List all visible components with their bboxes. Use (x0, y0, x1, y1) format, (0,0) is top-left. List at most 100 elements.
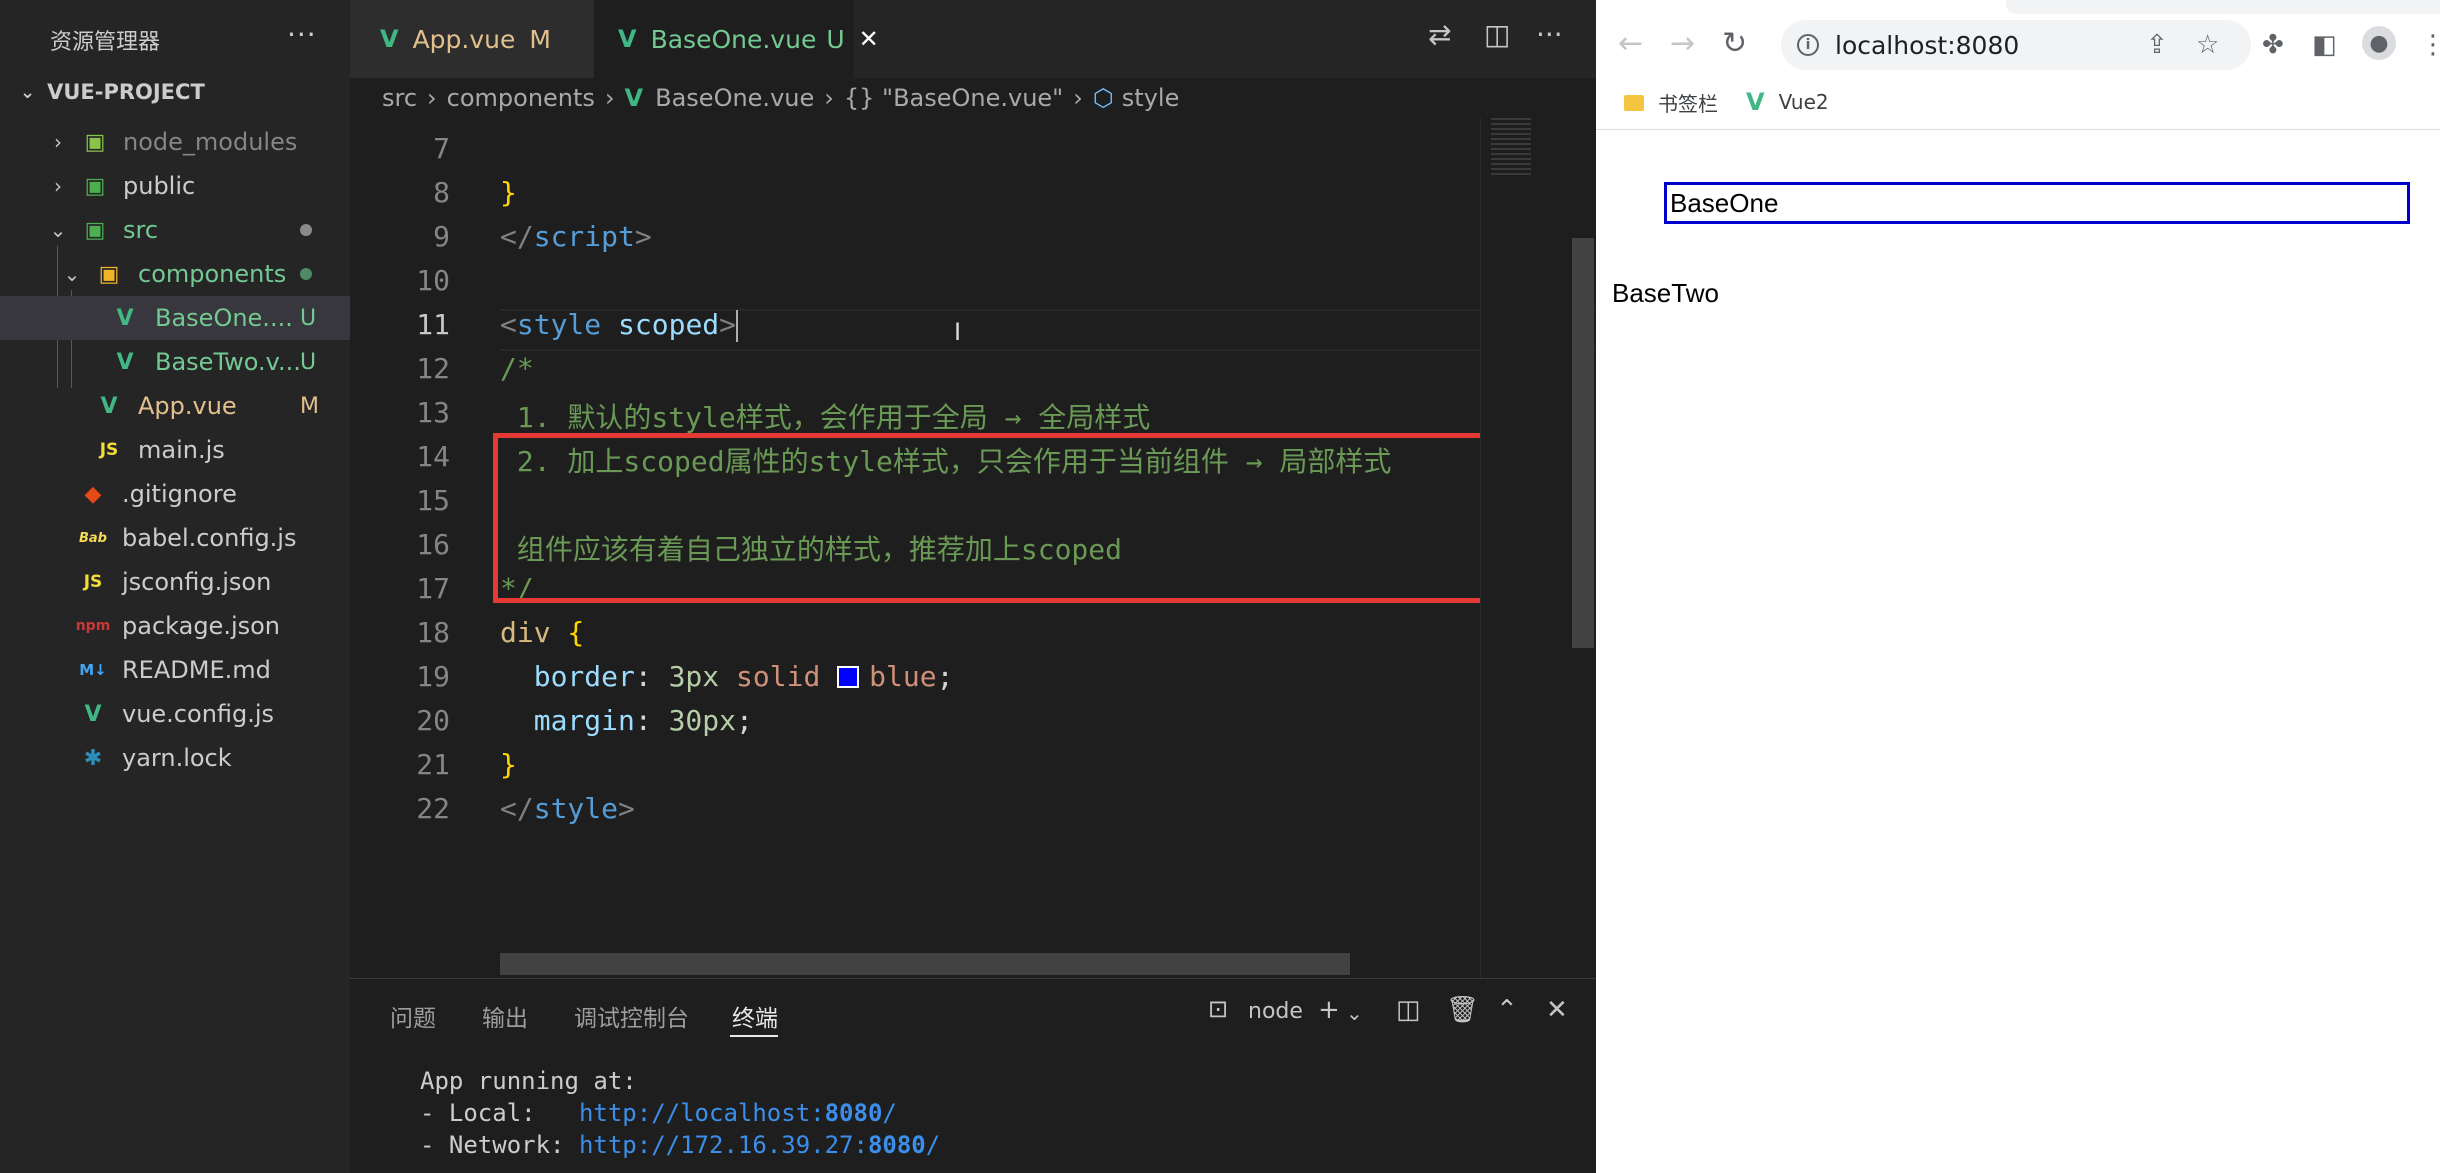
vertical-scrollbar[interactable] (1572, 238, 1594, 648)
tree-item-baseone[interactable]: V BaseOne.... U (0, 296, 350, 340)
tab-problems[interactable]: 问题 (390, 999, 436, 1033)
tree-item-components[interactable]: ⌄ ▣ components (0, 252, 350, 296)
terminal-name[interactable]: node (1248, 999, 1303, 1024)
tab-strip-edge (2006, 0, 2440, 14)
modified-dot (300, 224, 312, 236)
breadcrumb-module[interactable]: {} "BaseOne.vue" (844, 84, 1063, 112)
code-token: > (634, 220, 652, 253)
tree-item-node-modules[interactable]: › ▣ node_modules (0, 120, 350, 164)
tree-item-label: vue.config.js (122, 700, 275, 728)
terminal-link[interactable]: 8080 (825, 1099, 883, 1127)
bookmark-vue2[interactable]: V Vue2 (1746, 88, 1829, 116)
terminal-link[interactable]: http://localhost: (579, 1099, 825, 1127)
tree-item-gitignore[interactable]: ◆ .gitignore (0, 472, 350, 516)
tree-item-app-vue[interactable]: V App.vue M (0, 384, 350, 428)
bottom-panel: 问题 输出 调试控制台 终端 ⊡ node + ⌄ ◫ 🗑 ⌃ ✕ App ru… (350, 978, 1596, 1173)
terminal-link[interactable]: / (882, 1099, 896, 1127)
code-token: style (533, 792, 619, 825)
code-line: margin: 30px; (500, 704, 753, 737)
tab-debug-console[interactable]: 调试控制台 (574, 999, 689, 1033)
chevron-down-icon[interactable]: ⌄ (1346, 1001, 1363, 1025)
share-icon[interactable]: ⇪ (2146, 30, 2168, 60)
code-line: } (500, 176, 517, 209)
side-panel-icon[interactable]: ◧ (2312, 30, 2337, 60)
vue-icon: V (116, 305, 134, 331)
tree-item-src[interactable]: ⌄ ▣ src (0, 208, 350, 252)
code-line: /* (500, 352, 534, 385)
line-number: 18 (416, 616, 450, 649)
code-token: } (500, 176, 517, 209)
line-number: 17 (416, 572, 450, 605)
code-token: : (634, 704, 669, 737)
explorer-more-button[interactable]: ··· (287, 18, 317, 51)
split-terminal-icon[interactable]: ◫ (1396, 995, 1421, 1025)
chevron-right-icon: › (824, 84, 834, 112)
minimap[interactable] (1480, 118, 1572, 978)
tree-item-basetwo[interactable]: V BaseTwo.v... U (0, 340, 350, 384)
address-url: localhost:8080 (1835, 30, 2020, 60)
untracked-dot (300, 268, 312, 280)
terminal-link[interactable]: 8080 (868, 1131, 926, 1159)
code-token: style (516, 308, 602, 341)
tab-output[interactable]: 输出 (482, 999, 528, 1033)
reload-icon[interactable]: ↻ (1722, 26, 1747, 61)
tree-item-vue-config[interactable]: V vue.config.js (0, 692, 350, 736)
add-terminal-icon[interactable]: + (1318, 995, 1340, 1025)
folder-components-icon: ▣ (98, 261, 120, 287)
tree-item-package-json[interactable]: npm package.json (0, 604, 350, 648)
breadcrumb-src[interactable]: src (382, 84, 417, 112)
git-status-badge: U (300, 349, 317, 375)
site-info-icon[interactable]: i (1797, 34, 1819, 56)
line-number: 22 (416, 792, 450, 825)
terminal-link[interactable]: / (926, 1131, 940, 1159)
tab-terminal[interactable]: 终端 (732, 999, 778, 1033)
profile-avatar-icon[interactable]: ● (2362, 26, 2396, 60)
chevron-right-icon: › (54, 130, 62, 154)
extensions-icon[interactable]: ✤ (2262, 30, 2284, 60)
more-actions-icon[interactable]: ··· (1536, 18, 1563, 51)
active-tab-indicator (730, 1035, 778, 1037)
code-token: 3px (668, 660, 720, 693)
breadcrumb-style[interactable]: style (1122, 84, 1180, 112)
back-icon[interactable]: ← (1618, 26, 1643, 61)
code-editor[interactable]: 7 8 9 10 11 12 13 14 15 16 17 18 19 20 2… (350, 118, 1596, 978)
maximize-panel-icon[interactable]: ⌃ (1496, 995, 1518, 1025)
project-root[interactable]: ⌄ VUE-PROJECT (20, 80, 205, 104)
project-name: VUE-PROJECT (47, 80, 205, 104)
tree-item-label: jsconfig.json (122, 568, 272, 596)
tree-item-babel-config[interactable]: Bab babel.config.js (0, 516, 350, 560)
breadcrumb-file[interactable]: BaseOne.vue (655, 84, 814, 112)
chevron-right-icon: › (1073, 84, 1083, 112)
split-editor-icon[interactable]: ◫ (1484, 18, 1510, 51)
rendered-baseone: BaseOne (1664, 182, 2410, 224)
terminal-text: - Local: (420, 1099, 579, 1127)
bookmark-folder[interactable]: 书签栏 (1624, 88, 1718, 117)
tree-item-jsconfig[interactable]: JS jsconfig.json (0, 560, 350, 604)
code-token: div (500, 616, 551, 649)
babel-icon: Bab (79, 530, 107, 546)
menu-icon[interactable]: ⋮ (2420, 30, 2440, 60)
code-token: > (719, 308, 737, 341)
tree-item-readme[interactable]: M↓ README.md (0, 648, 350, 692)
line-number: 21 (416, 748, 450, 781)
tree-item-public[interactable]: › ▣ public (0, 164, 350, 208)
tree-item-main-js[interactable]: JS main.js (0, 428, 350, 472)
terminal-link[interactable]: http://172.16.39.27: (579, 1131, 868, 1159)
symbol-icon: ⬡ (1092, 84, 1114, 112)
open-changes-icon[interactable]: ⇄ (1428, 18, 1451, 51)
address-bar[interactable]: i localhost:8080 (1781, 20, 2251, 70)
editor-tabs: V App.vue M V BaseOne.vue U ✕ ⇄ ◫ ··· (350, 0, 1596, 78)
tab-app-vue[interactable]: V App.vue M (350, 0, 594, 78)
tree-item-yarn-lock[interactable]: ✱ yarn.lock (0, 736, 350, 780)
breadcrumb-components[interactable]: components (447, 84, 595, 112)
tab-baseone-vue[interactable]: V BaseOne.vue U ✕ (594, 0, 879, 78)
forward-icon[interactable]: → (1670, 26, 1695, 61)
trash-icon[interactable]: 🗑 (1446, 995, 1479, 1025)
horizontal-scrollbar[interactable] (500, 953, 1350, 975)
code-line: </style> (500, 792, 635, 825)
mouse-cursor-icon: I (954, 318, 962, 346)
close-icon[interactable]: ✕ (859, 25, 879, 53)
close-panel-icon[interactable]: ✕ (1546, 995, 1568, 1025)
color-swatch[interactable] (837, 666, 860, 688)
star-icon[interactable]: ☆ (2196, 30, 2219, 60)
